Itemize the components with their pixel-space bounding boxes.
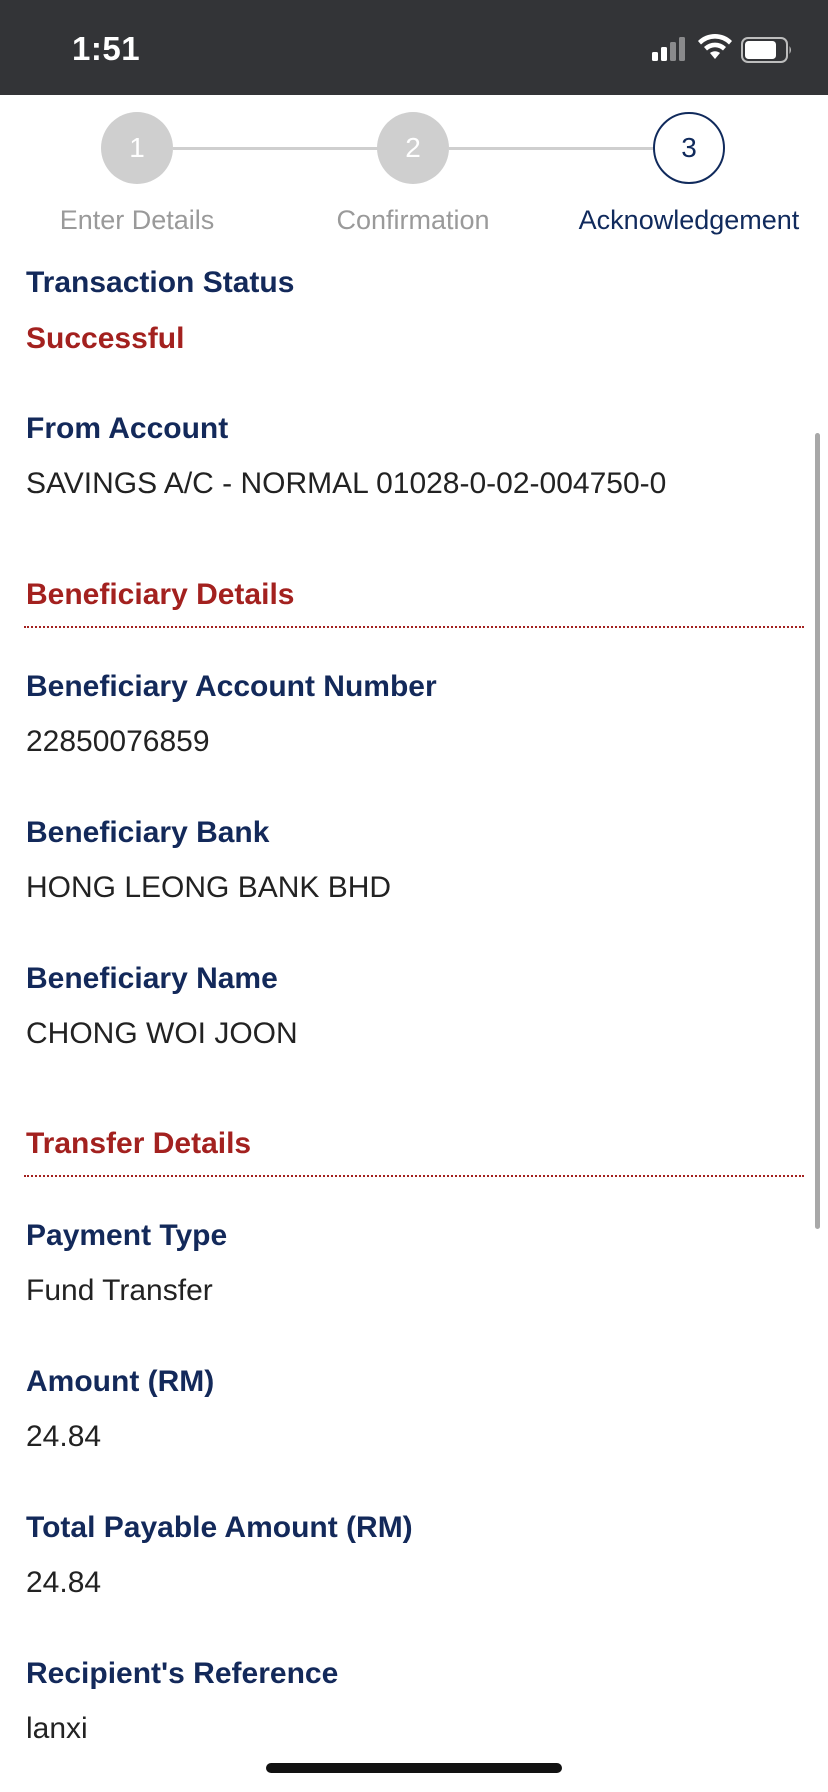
transfer-details-heading: Transfer Details [26,1127,252,1160]
step-2-indicator: 2 [377,112,449,184]
transaction-status-value: Successful [26,322,185,355]
step-connector [173,147,379,150]
from-account-label: From Account [26,412,229,445]
section-divider [24,1175,804,1177]
step-3-indicator: 3 [653,112,725,184]
beneficiary-bank-label: Beneficiary Bank [26,816,270,849]
beneficiary-name-value: CHONG WOI JOON [26,1017,298,1050]
step-2-label: Confirmation [336,205,490,235]
amount-value: 24.84 [26,1420,102,1453]
beneficiary-name-label: Beneficiary Name [26,962,278,995]
amount-label: Amount (RM) [26,1365,215,1398]
progress-stepper: 1 2 3 Enter Details Confirmation Acknowl… [0,95,828,245]
step-3-label: Acknowledgement [578,205,800,235]
payment-type-value: Fund Transfer [26,1274,213,1307]
beneficiary-bank-value: HONG LEONG BANK BHD [26,871,392,904]
status-time: 1:51 [72,30,141,67]
step-connector [449,147,655,150]
beneficiary-details-heading: Beneficiary Details [26,578,295,611]
home-indicator[interactable] [266,1763,562,1773]
total-payable-label: Total Payable Amount (RM) [26,1511,413,1544]
step-1-label: Enter Details [59,205,215,235]
vertical-scrollbar[interactable] [815,433,820,1229]
transaction-status-label: Transaction Status [26,266,295,299]
wifi-icon [698,33,732,59]
payment-type-label: Payment Type [26,1219,228,1252]
from-account-value: SAVINGS A/C - NORMAL 01028-0-02-004750-0 [26,467,667,500]
cellular-signal-icon [652,37,688,61]
battery-icon [741,37,791,63]
total-payable-value: 24.84 [26,1566,102,1599]
recipient-reference-value: lanxi [26,1712,88,1745]
beneficiary-account-label: Beneficiary Account Number [26,670,437,703]
step-1-indicator: 1 [101,112,173,184]
beneficiary-account-value: 22850076859 [26,725,210,758]
status-bar: 1:51 [0,0,828,95]
recipient-reference-label: Recipient's Reference [26,1657,339,1690]
section-divider [24,626,804,628]
acknowledgement-screen: 1:51 1 2 3 Enter Details Confirmation Ac… [0,0,828,1792]
